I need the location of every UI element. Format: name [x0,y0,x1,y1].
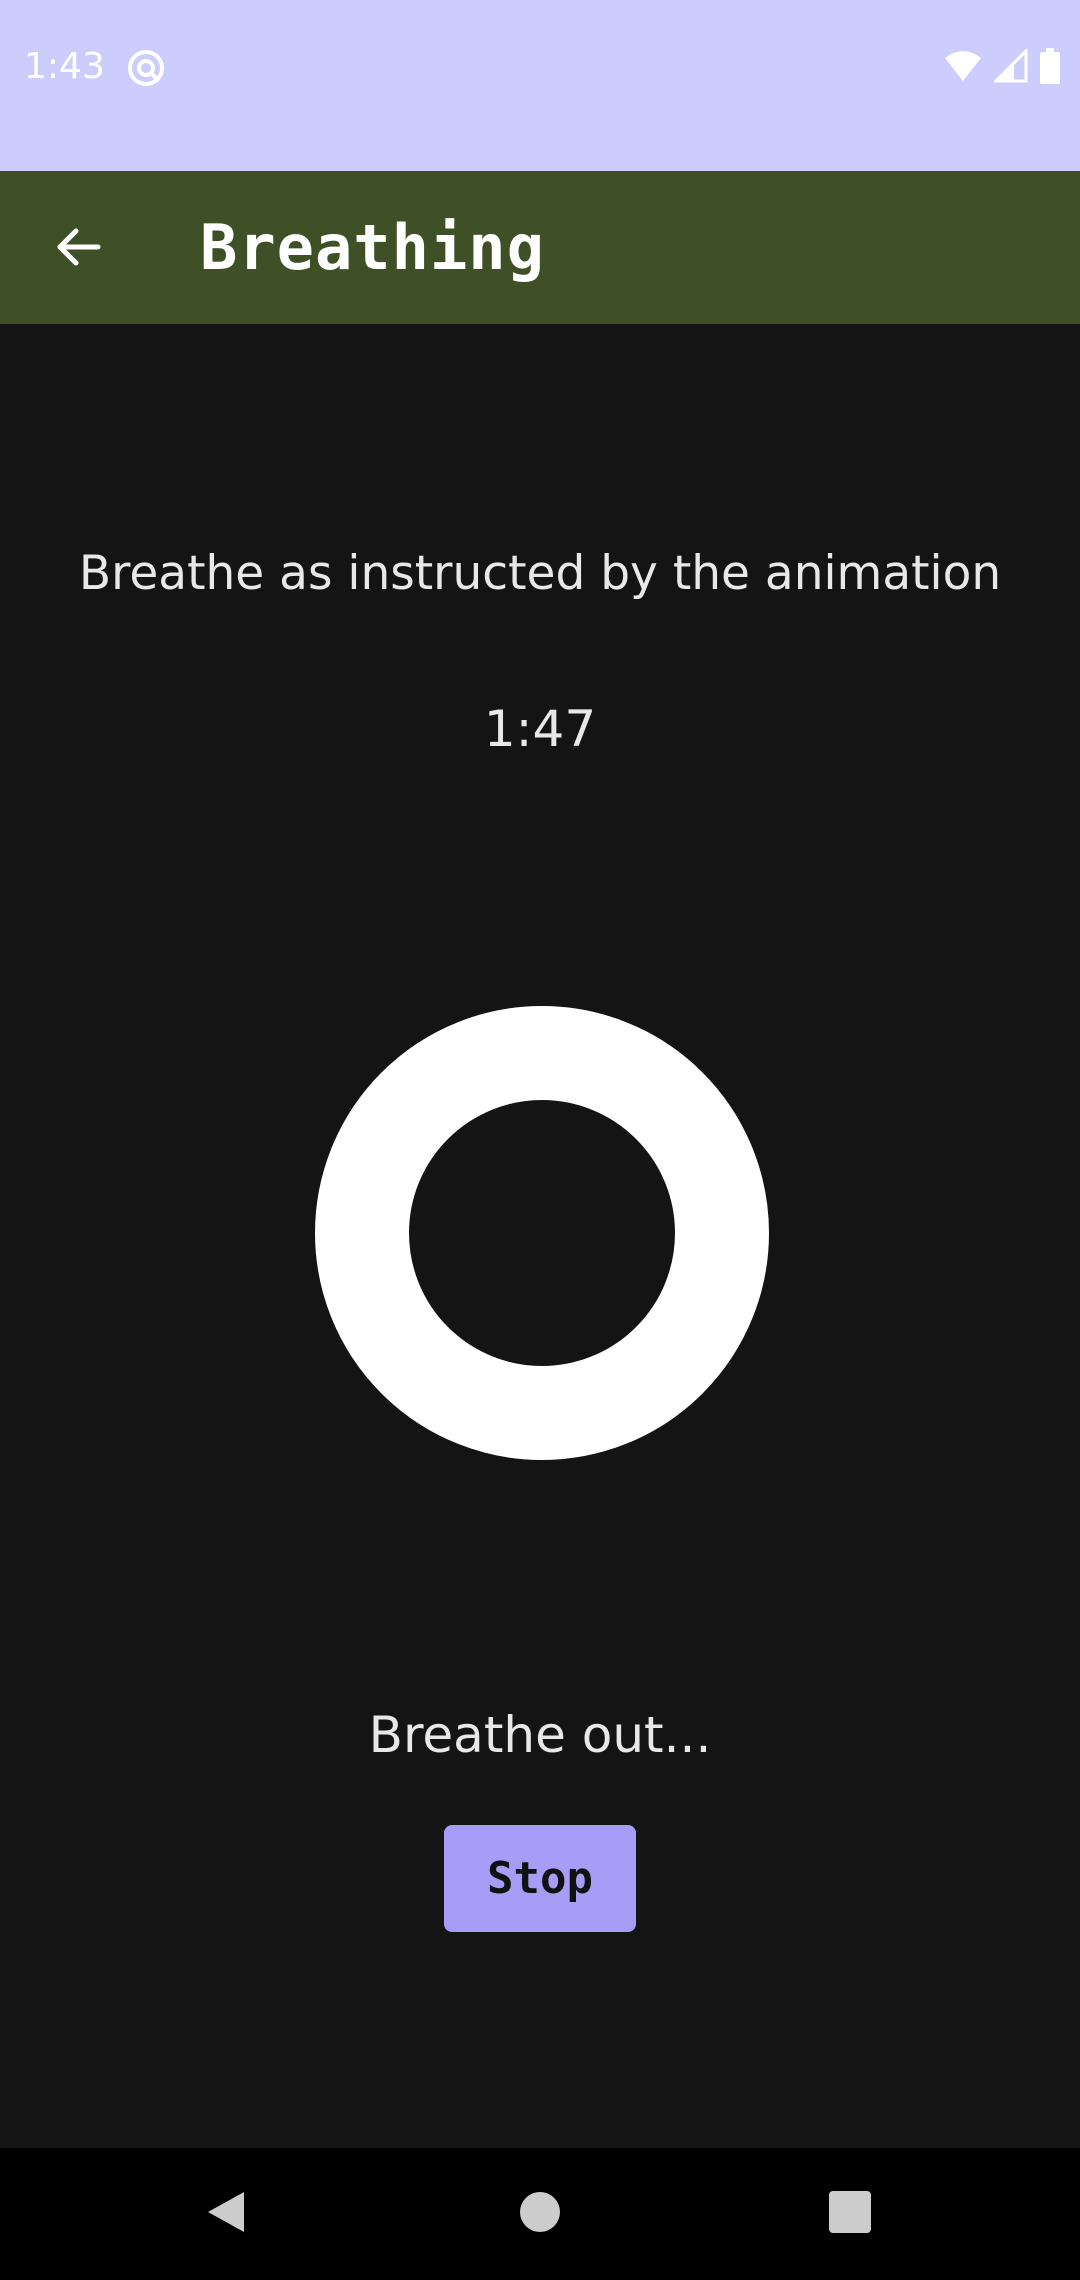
arrow-left-icon [54,223,102,276]
app-bar: Breathing [0,171,1080,324]
back-triangle-icon [204,2188,248,2241]
wifi-icon [944,50,982,87]
stop-button[interactable]: Stop [444,1825,636,1932]
status-icons [944,46,1060,89]
breathing-phase-text: Breathe out... [368,1706,712,1764]
nav-recents-button[interactable] [802,2166,898,2262]
countdown-timer: 1:47 [483,700,597,758]
app-notification-icon [126,48,166,88]
status-bar: 1:43 [0,0,1080,171]
page-title: Breathing [200,211,545,284]
home-circle-icon [519,2191,561,2238]
battery-icon [1040,47,1060,89]
instruction-text: Breathe as instructed by the animation [78,546,1002,601]
system-nav-bar [0,2148,1080,2280]
cell-signal-icon [992,46,1028,88]
back-button[interactable] [30,201,126,297]
recents-square-icon [829,2190,871,2238]
breathing-animation-ring [315,1006,769,1460]
nav-home-button[interactable] [492,2166,588,2262]
nav-back-button[interactable] [178,2166,274,2262]
status-time: 1:43 [24,46,105,87]
